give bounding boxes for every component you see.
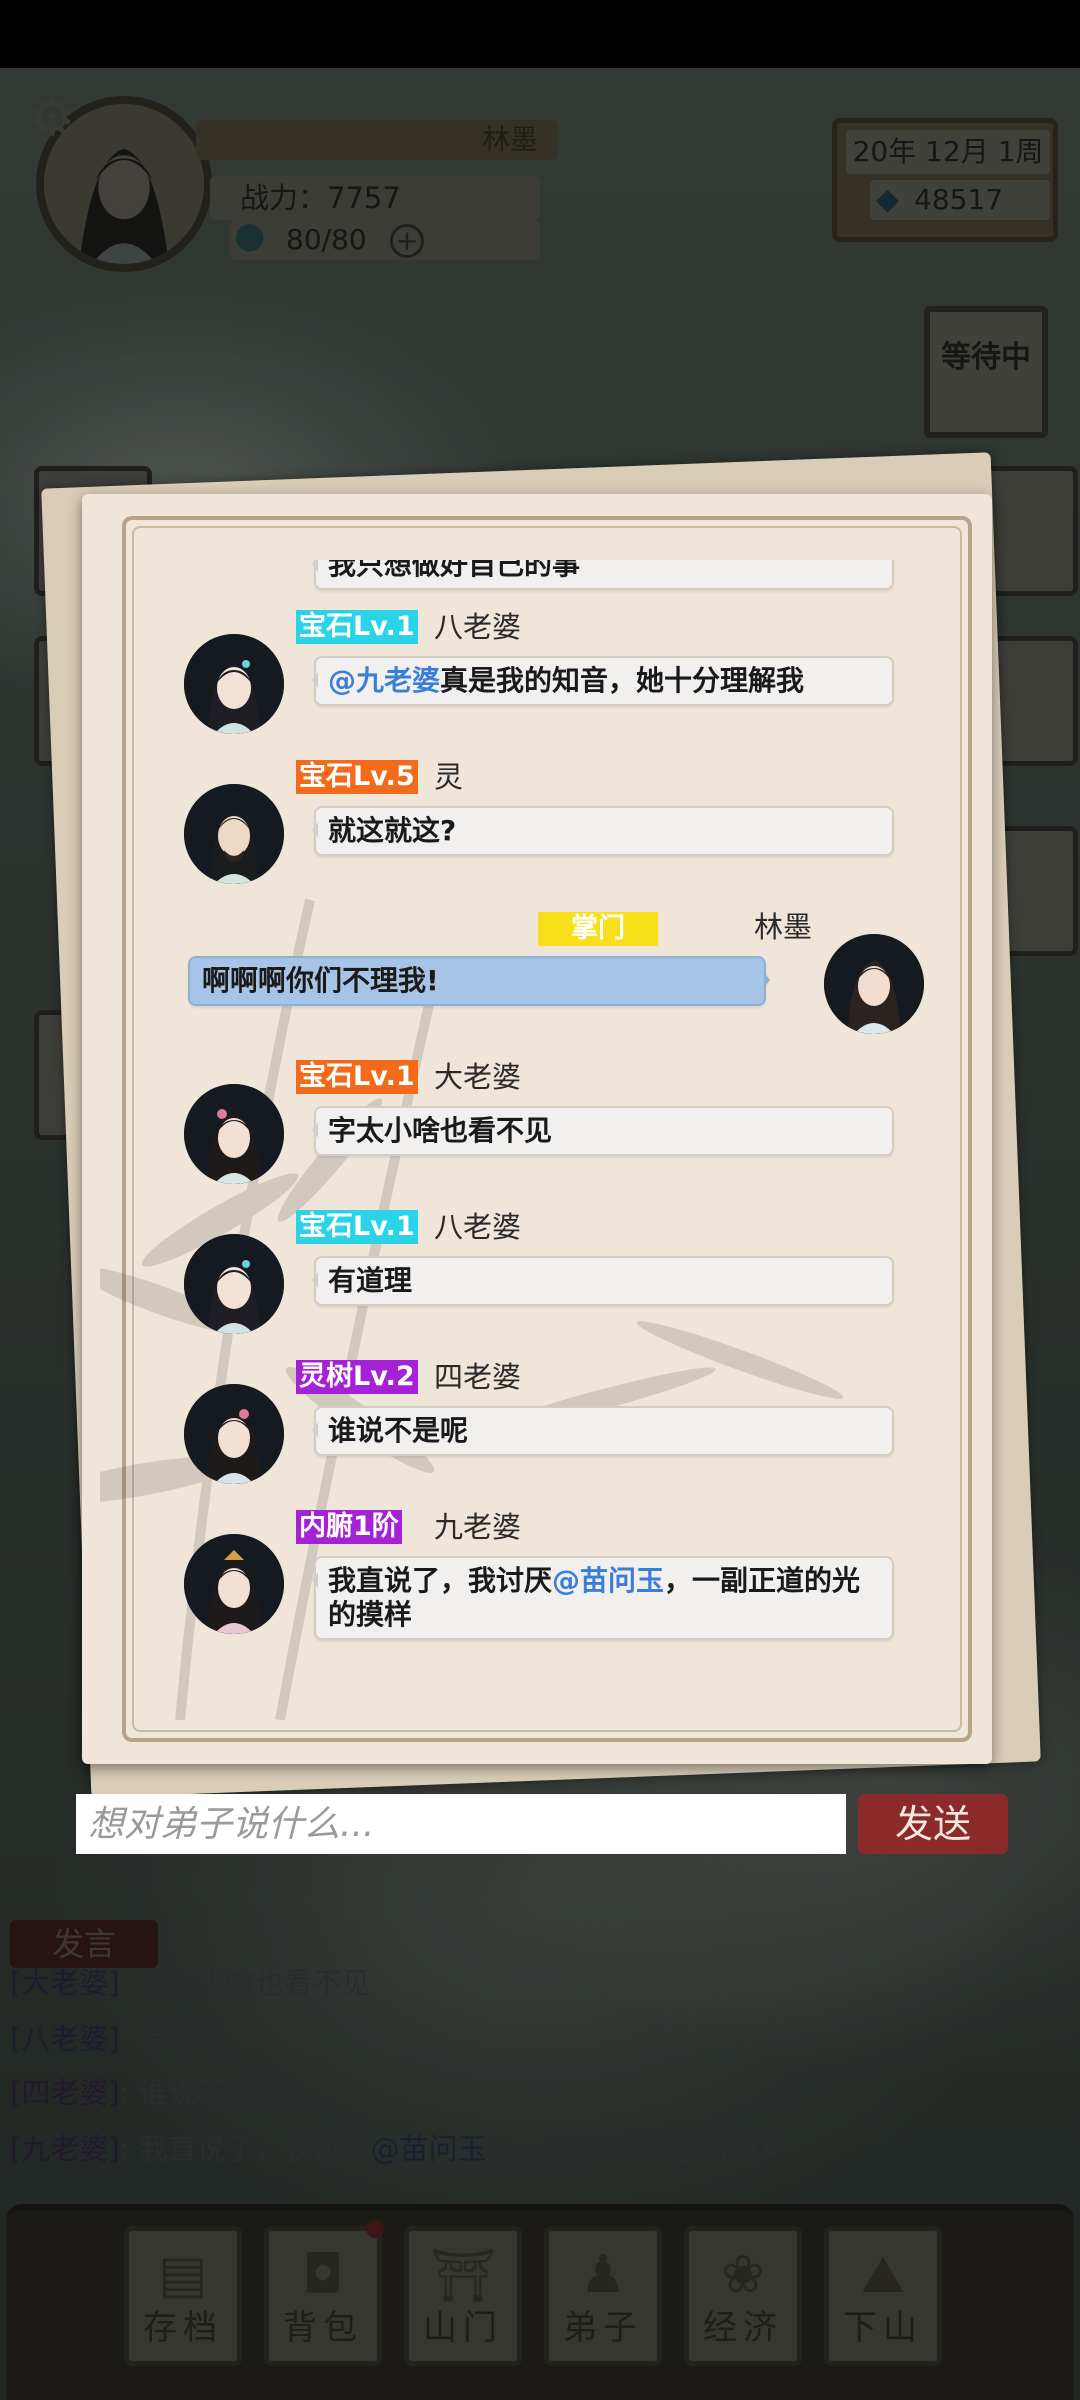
sender-name: 九老婆 bbox=[434, 1510, 522, 1544]
disciple-avatar[interactable] bbox=[184, 1384, 284, 1484]
rank-badge: 宝石Lv.1 bbox=[296, 1210, 418, 1244]
message-text: 我直说了，我讨厌 bbox=[328, 1564, 553, 1597]
mention-link[interactable]: @九老婆 bbox=[328, 664, 440, 697]
message-bubble: 我直说了，我讨厌@苗问玉，一副正道的光的摸样 bbox=[312, 1556, 894, 1640]
sender-name: 大老婆 bbox=[434, 1060, 522, 1094]
sender-name: 林墨 bbox=[754, 910, 813, 944]
message-bubble: 字太小啥也看不见 bbox=[312, 1106, 894, 1156]
player-avatar-small[interactable] bbox=[824, 934, 924, 1034]
chat-message: 灵树Lv.2 四老婆 谁说不是呢 bbox=[140, 1360, 940, 1484]
chat-message: 内腑1阶 九老婆 我直说了，我讨厌@苗问玉，一副正道的光的摸样 bbox=[140, 1510, 940, 1660]
leader-badge: 掌门 bbox=[538, 912, 658, 946]
message-bubble: @九老婆真是我的知音，她十分理解我 bbox=[312, 656, 894, 706]
message-bubble: 我只想做好自己的事 bbox=[312, 560, 894, 590]
chat-message-list[interactable]: 我只想做好自己的事 宝石Lv.1 八老婆 @九老婆真是我的知音，她十分理解我 宝… bbox=[140, 560, 940, 1660]
chat-message: 宝石Lv.1 八老婆 @九老婆真是我的知音，她十分理解我 bbox=[140, 610, 940, 734]
disciple-avatar[interactable] bbox=[184, 634, 284, 734]
chat-message: 宝石Lv.1 大老婆 字太小啥也看不见 bbox=[140, 1060, 940, 1184]
sender-name: 八老婆 bbox=[434, 1210, 522, 1244]
disciple-avatar[interactable] bbox=[184, 1084, 284, 1184]
message-bubble: 就这就这? bbox=[312, 806, 894, 856]
sender-name: 八老婆 bbox=[434, 610, 522, 644]
chat-message-own: 掌门 林墨 啊啊啊你们不理我! bbox=[140, 910, 940, 1040]
sender-name: 灵 bbox=[434, 760, 464, 794]
chat-input[interactable] bbox=[76, 1794, 846, 1854]
message-text: 真是我的知音，她十分理解我 bbox=[440, 664, 805, 697]
rank-badge: 灵树Lv.2 bbox=[296, 1360, 418, 1394]
rank-badge: 宝石Lv.1 bbox=[296, 1060, 418, 1094]
status-bar bbox=[0, 0, 1080, 68]
rank-badge: 宝石Lv.5 bbox=[296, 760, 418, 794]
chat-message: 宝石Lv.1 八老婆 有道理 bbox=[140, 1210, 940, 1334]
disciple-avatar[interactable] bbox=[184, 784, 284, 884]
disciple-avatar[interactable] bbox=[184, 1234, 284, 1334]
message-bubble: 啊啊啊你们不理我! bbox=[188, 956, 770, 1006]
chat-message: 宝石Lv.5 灵 就这就这? bbox=[140, 760, 940, 884]
disciple-avatar[interactable] bbox=[184, 1534, 284, 1634]
message-bubble: 有道理 bbox=[312, 1256, 894, 1306]
message-bubble: 谁说不是呢 bbox=[312, 1406, 894, 1456]
send-button[interactable]: 发送 bbox=[858, 1794, 1008, 1854]
rank-badge: 宝石Lv.1 bbox=[296, 610, 418, 644]
sender-name: 四老婆 bbox=[434, 1360, 522, 1394]
rank-badge: 内腑1阶 bbox=[296, 1510, 402, 1544]
mention-link[interactable]: @苗问玉 bbox=[552, 1564, 664, 1597]
